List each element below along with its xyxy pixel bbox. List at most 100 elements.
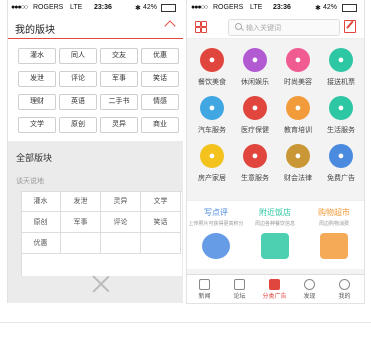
graduation-cap-icon: ● [286, 96, 310, 120]
fork-knife-icon: ● [200, 48, 224, 72]
service-label: 免费广告 [327, 175, 355, 182]
section-cell[interactable]: 笑话 [141, 212, 181, 233]
section-tag[interactable]: 灌水 [18, 48, 56, 64]
service-item[interactable]: ● 财会法律 [276, 144, 320, 183]
section-tag[interactable]: 交友 [100, 48, 138, 64]
section-tag[interactable]: 二手书 [100, 94, 138, 110]
service-item[interactable]: ● 医疗保健 [233, 96, 277, 135]
shopping-bag-icon [320, 233, 348, 259]
search-placeholder: 输入关键词 [246, 25, 281, 32]
section-cell[interactable]: 评论 [101, 212, 141, 233]
forum-icon [234, 279, 245, 290]
section-tag[interactable]: 同人 [59, 48, 97, 64]
category-title: 谈天说地 [16, 178, 44, 185]
section-cell[interactable]: 文学 [141, 191, 181, 212]
section-cell[interactable]: 军事 [61, 212, 101, 233]
section-tag[interactable]: 文学 [18, 117, 56, 133]
lifebuoy-icon: ● [329, 96, 353, 120]
section-cell[interactable]: 灌水 [21, 191, 61, 212]
battery-percent: 42% [323, 4, 338, 11]
lipstick-icon: ● [286, 48, 310, 72]
network: LTE [70, 4, 83, 11]
battery-percent: 42% [143, 4, 158, 11]
service-item[interactable]: ● 房产家居 [190, 144, 234, 183]
section-cell [101, 233, 141, 254]
section-tag[interactable]: 优惠 [141, 48, 179, 64]
my-sections-header: 我的版块 [8, 16, 183, 39]
tab-2[interactable]: 分类广告 [257, 275, 292, 300]
status-bar: ●●●○○ ROGERS LTE 23:36 ✱ 42% [8, 0, 183, 16]
tab-label: 发现 [303, 294, 316, 300]
section-cell[interactable]: 灵异 [101, 191, 141, 212]
service-item[interactable]: ● 接送机票 [319, 48, 363, 87]
promo-title: 附近饭店 [259, 208, 291, 217]
section-tag[interactable]: 灵异 [100, 117, 138, 133]
clock: 23:36 [94, 4, 112, 11]
service-item[interactable]: ● 时尚美容 [276, 48, 320, 87]
tab-0[interactable]: 新闻 [187, 275, 222, 300]
promo-subtitle: 周边购物消费 [318, 221, 349, 227]
bluetooth-icon: ✱ [135, 5, 141, 12]
section-tag[interactable]: 评论 [59, 71, 97, 87]
section-tag[interactable]: 理财 [18, 94, 56, 110]
section-tag[interactable]: 英语 [59, 94, 97, 110]
tab-label: 我的 [338, 294, 351, 300]
tab-label: 新闻 [198, 294, 211, 300]
billboard-icon: ● [329, 144, 353, 168]
service-item[interactable]: ● 餐饮美食 [190, 48, 234, 87]
discover-icon [304, 279, 315, 290]
promo-card[interactable]: 附近饭店周边各种餐饮信息 [246, 207, 304, 259]
service-item[interactable]: ● 汽车服务 [190, 96, 234, 135]
collapse-icon[interactable] [164, 20, 176, 32]
battery-icon [161, 4, 176, 12]
tab-1[interactable]: 论坛 [222, 275, 257, 300]
car-icon: ● [329, 48, 353, 72]
promo-subtitle: 周边各种餐饮信息 [254, 221, 295, 227]
service-item[interactable]: ● 生意服务 [233, 144, 277, 183]
close-icon[interactable] [92, 275, 110, 293]
section-tag[interactable]: 发泄 [18, 71, 56, 87]
carrier: ROGERS [33, 4, 64, 11]
wrench-icon: ● [200, 96, 224, 120]
status-bar: ●●●○○ ROGERS LTE 23:36 ✱ 42% [187, 0, 364, 16]
promo-subtitle: 上传照片可获得更高积分 [188, 221, 244, 227]
bluetooth-icon: ✱ [315, 5, 321, 12]
tab-4[interactable]: 我的 [327, 275, 362, 300]
service-label: 汽车服务 [198, 127, 226, 134]
search-input[interactable]: 输入关键词 [228, 19, 340, 36]
section-cell [141, 233, 181, 254]
section-cell[interactable]: 原创 [21, 212, 61, 233]
service-label: 生活服务 [327, 127, 355, 134]
house-icon: ● [200, 144, 224, 168]
tab-3[interactable]: 发现 [292, 275, 327, 300]
section-tag[interactable]: 军事 [100, 71, 138, 87]
promo-card[interactable]: 购物超市周边购物消费 [305, 207, 363, 259]
promo-strip: 写点评 上传照片可获得更高积分 附近饭店 周边各种餐饮信息 购物超市 周边购物消费 [187, 200, 364, 269]
section-tag[interactable]: 商业 [141, 117, 179, 133]
service-item[interactable]: ● 生活服务 [319, 96, 363, 135]
top-bar: 输入关键词 [187, 16, 364, 39]
section-cell[interactable]: 优惠 [21, 233, 61, 254]
section-tag[interactable]: 原创 [59, 117, 97, 133]
carrier: ROGERS [213, 4, 244, 11]
section-tag[interactable]: 笑话 [141, 71, 179, 87]
section-cell[interactable]: 发泄 [61, 191, 101, 212]
section-tag[interactable]: 情感 [141, 94, 179, 110]
service-label: 医疗保健 [241, 127, 269, 134]
category-grid-icon[interactable] [195, 21, 207, 33]
service-label: 生意服务 [241, 175, 269, 182]
promo-title: 购物超市 [318, 208, 350, 217]
classified-icon [269, 279, 280, 290]
service-item[interactable]: ● 教育培训 [276, 96, 320, 135]
service-label: 时尚美容 [284, 79, 312, 86]
promo-card[interactable]: 写点评 上传照片可获得更高积分 [187, 207, 245, 259]
all-sections-grid: 灌水 发泄 灵异 文学原创 军事 评论 笑话优惠 [21, 191, 182, 276]
section-cell [61, 233, 101, 254]
map-pin-icon [261, 233, 289, 259]
service-item[interactable]: ● 免费广告 [319, 144, 363, 183]
money-icon: ● [286, 144, 310, 168]
compose-icon[interactable] [344, 20, 356, 33]
my-sections-grid: 灌水 同人 交友 优惠发泄 评论 军事 笑话理财 英语 二手书 情感文学 原创 灵异 商业 [8, 39, 183, 141]
service-item[interactable]: ● 休闲娱乐 [233, 48, 277, 87]
tab-label: 分类广告 [262, 294, 287, 300]
